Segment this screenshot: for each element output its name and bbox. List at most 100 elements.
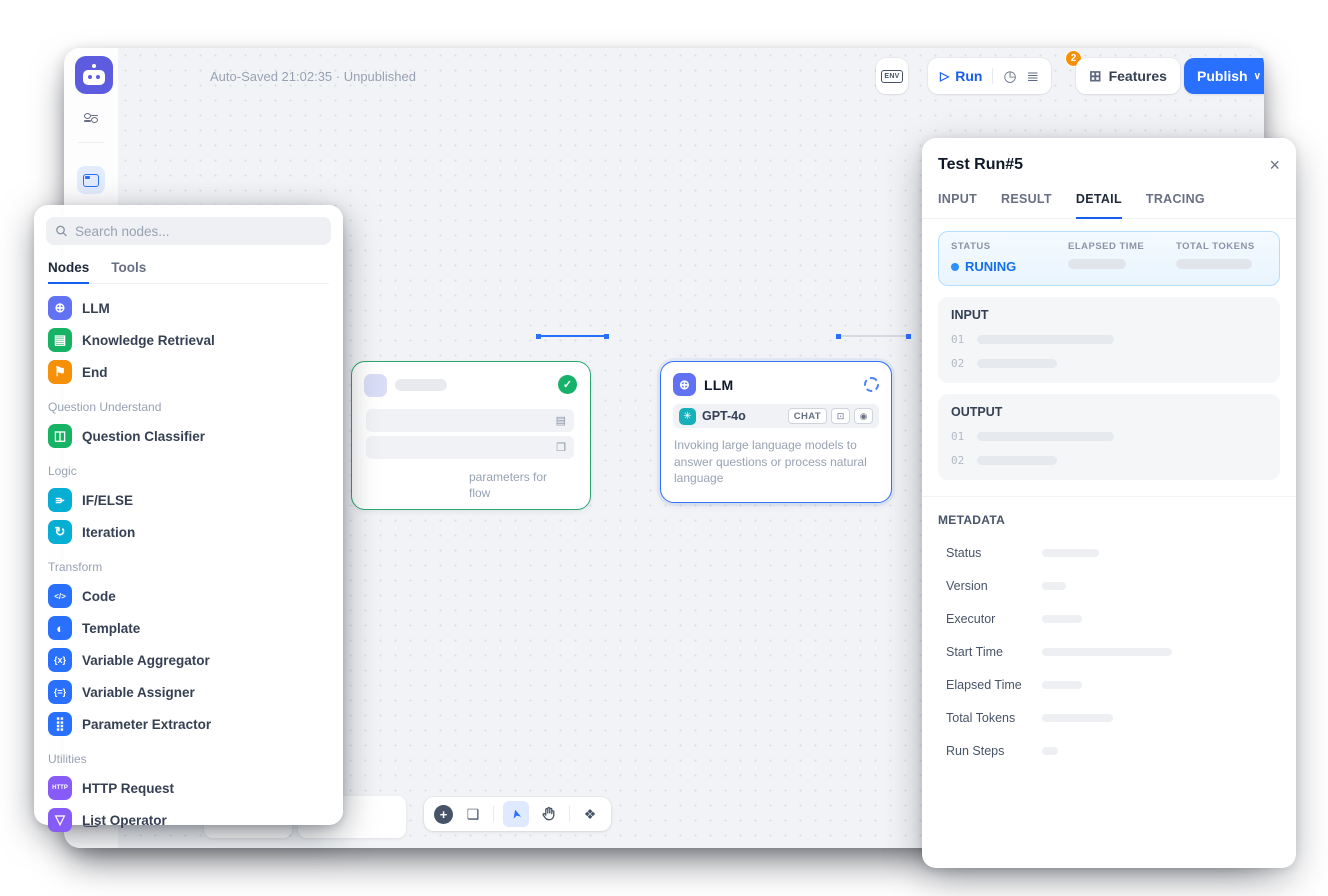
code-icon: </> xyxy=(48,584,72,608)
section-header: Utilities xyxy=(48,752,329,766)
run-button-label: Run xyxy=(955,68,982,84)
search-input[interactable] xyxy=(75,224,322,239)
copy-icon: ❐ xyxy=(556,441,566,454)
node-item-variable-assigner[interactable]: {=} Variable Assigner xyxy=(46,676,331,708)
node-item-knowledge-retrieval[interactable]: ▤ Knowledge Retrieval xyxy=(46,324,331,356)
status-value: RUNING xyxy=(951,259,1068,274)
iteration-icon: ↻ xyxy=(48,520,72,544)
publish-button[interactable]: Publish ∨ xyxy=(1184,58,1264,94)
skeleton-bar xyxy=(1042,648,1172,656)
line-number: 02 xyxy=(951,357,964,370)
start-node[interactable]: ✓ ▤ ❐ parameters for flow xyxy=(351,361,591,510)
features-button-label: Features xyxy=(1109,68,1167,84)
add-note-button[interactable]: ❏ xyxy=(462,803,484,825)
llm-node[interactable]: ⊕ LLM ✳ GPT-4o CHAT ⊡ ◉ Invoking large l… xyxy=(660,361,892,503)
node-item-iteration[interactable]: ↻ Iteration xyxy=(46,516,331,548)
skeleton-bar xyxy=(1042,582,1066,590)
start-node-description: parameters for flow xyxy=(469,469,547,501)
workflow-view-button[interactable] xyxy=(77,166,105,194)
llm-node-title: LLM xyxy=(704,377,733,393)
node-item-variable-aggregator[interactable]: {x} Variable Aggregator xyxy=(46,644,331,676)
run-button[interactable]: ▷ Run xyxy=(940,68,982,84)
metadata-row: Status xyxy=(938,546,1280,560)
model-selector[interactable]: ✳ GPT-4o CHAT ⊡ ◉ xyxy=(673,404,879,428)
canvas-toolbar: + ❏ ➤ ❖ xyxy=(424,797,611,831)
line-number: 02 xyxy=(951,454,964,467)
llm-icon: ⊕ xyxy=(673,373,696,396)
start-variable-row[interactable]: ❐ xyxy=(366,436,574,459)
node-item-template[interactable]: ◐ Template xyxy=(46,612,331,644)
node-item-end[interactable]: ⚑ End xyxy=(46,356,331,388)
total-tokens-label: TOTAL TOKENS xyxy=(1176,241,1255,252)
model-badges: CHAT ⊡ ◉ xyxy=(788,408,873,424)
search-icon xyxy=(55,224,68,238)
if-else-icon: ⋔ xyxy=(48,488,72,512)
parameter-extractor-icon: ⣿ xyxy=(48,712,72,736)
env-icon: ENV xyxy=(881,70,902,83)
list-operator-icon: ▽ xyxy=(48,808,72,832)
line-number: 01 xyxy=(951,333,964,346)
node-item-code[interactable]: </> Code xyxy=(46,580,331,612)
node-item-http-request[interactable]: HTTP HTTP Request xyxy=(46,772,331,804)
status-dot-icon xyxy=(951,263,959,271)
tab-input[interactable]: INPUT xyxy=(938,184,977,218)
node-item-list-operator[interactable]: ▽ List Operator xyxy=(46,804,331,836)
node-list: ⊕ LLM ▤ Knowledge Retrieval ⚑ End Questi… xyxy=(46,284,331,836)
metadata-row: Start Time xyxy=(938,645,1280,659)
tab-tools[interactable]: Tools xyxy=(111,256,146,283)
end-icon: ⚑ xyxy=(48,360,72,384)
play-icon: ▷ xyxy=(940,69,949,83)
tab-nodes[interactable]: Nodes xyxy=(48,256,89,283)
edge-llm-end xyxy=(838,335,909,337)
output-card: OUTPUT 01 02 xyxy=(938,394,1280,480)
metadata-row: Executor xyxy=(938,612,1280,626)
skeleton-bar xyxy=(1068,259,1126,269)
metadata-row: Total Tokens xyxy=(938,711,1280,725)
tab-result[interactable]: RESULT xyxy=(1001,184,1052,218)
features-button[interactable]: ⊞ Features xyxy=(1076,58,1180,94)
question-classifier-icon: ◫ xyxy=(48,424,72,448)
gpt-icon: ✳ xyxy=(679,408,696,425)
add-node-button[interactable]: + xyxy=(434,805,453,824)
tab-detail[interactable]: DETAIL xyxy=(1076,184,1122,218)
skeleton-bar xyxy=(1176,259,1252,269)
variable-aggregator-icon: {x} xyxy=(48,648,72,672)
section-header: Transform xyxy=(48,560,329,574)
document-icon: ▤ xyxy=(556,414,566,427)
chat-mode-badge: CHAT xyxy=(788,408,827,424)
node-item-llm[interactable]: ⊕ LLM xyxy=(46,292,331,324)
search-box[interactable] xyxy=(46,217,331,245)
eye-badge-icon: ◉ xyxy=(854,408,873,424)
close-icon[interactable]: × xyxy=(1269,156,1280,174)
env-button[interactable]: ENV xyxy=(876,58,908,94)
node-item-parameter-extractor[interactable]: ⣿ Parameter Extractor xyxy=(46,708,331,740)
publish-button-label: Publish xyxy=(1197,68,1248,84)
test-run-panel: Test Run#5 × INPUT RESULT DETAIL TRACING… xyxy=(922,138,1296,868)
vision-badge-icon: ⊡ xyxy=(831,408,850,424)
page: Auto-Saved 21:02:35 · Unpublished ENV ▷ … xyxy=(0,0,1328,896)
variable-assigner-icon: {=} xyxy=(48,680,72,704)
run-panel-tabs: INPUT RESULT DETAIL TRACING xyxy=(922,184,1296,219)
model-name: GPT-4o xyxy=(702,409,746,423)
metadata-label: METADATA xyxy=(938,513,1280,527)
section-header: Question Understand xyxy=(48,400,329,414)
line-number: 01 xyxy=(951,430,964,443)
toolbar-divider xyxy=(569,806,570,822)
node-item-question-classifier[interactable]: ◫ Question Classifier xyxy=(46,420,331,452)
start-variable-row[interactable]: ▤ xyxy=(366,409,574,432)
preferences-button[interactable] xyxy=(77,104,105,132)
skeleton-bar xyxy=(1042,549,1099,557)
robot-icon xyxy=(83,70,105,85)
window-icon xyxy=(83,174,99,187)
organize-nodes-button[interactable]: ❖ xyxy=(579,803,601,825)
pointer-mode-button[interactable]: ➤ xyxy=(503,801,529,827)
node-item-if-else[interactable]: ⋔ IF/ELSE xyxy=(46,484,331,516)
metadata-row: Run Steps xyxy=(938,744,1280,758)
run-history-icon[interactable]: ◷ xyxy=(1003,69,1016,84)
hand-mode-button[interactable] xyxy=(538,803,560,825)
llm-icon: ⊕ xyxy=(48,296,72,320)
app-logo[interactable] xyxy=(75,56,113,94)
tab-tracing[interactable]: TRACING xyxy=(1146,184,1205,218)
section-header: Logic xyxy=(48,464,329,478)
checklist-icon[interactable]: ≣ xyxy=(1027,69,1040,84)
